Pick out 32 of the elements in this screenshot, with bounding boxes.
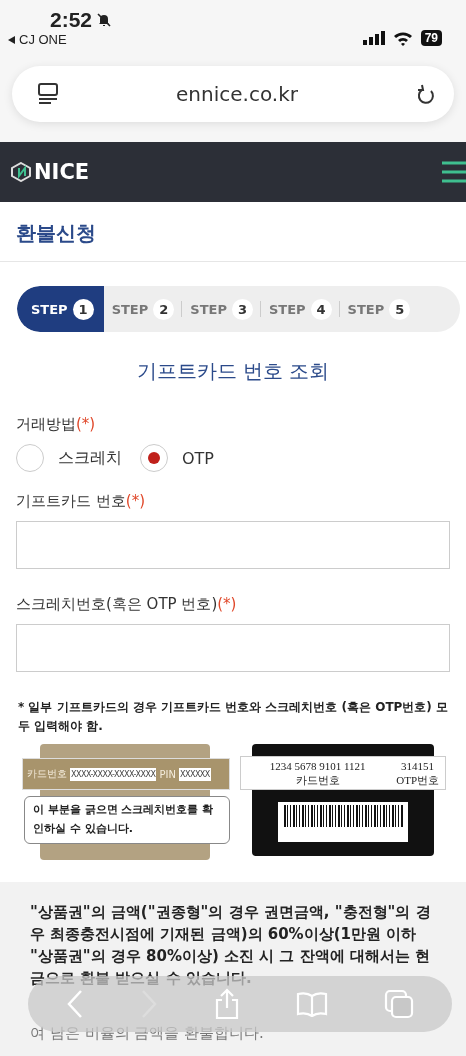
reload-icon[interactable] <box>416 83 436 105</box>
signal-icon <box>362 31 385 45</box>
input-field[interactable] <box>16 624 450 672</box>
field-label: 거래방법(*) <box>16 415 97 434</box>
input-field[interactable] <box>16 521 450 569</box>
radio-option[interactable]: OTP <box>140 444 214 472</box>
notice-text: "상품권"의 금액("권종형"의 경우 권면금액, "충전형"의 경우 최종충전시점에 기재된 금액)의 60%이상(1만원 이하 "상품권"의 경우 80%이상) 소진 시 그 잔액에 대해서는 현금으로 환불 받으실 수 있습니다. <box>30 902 432 989</box>
radio-option[interactable]: 스크레치 <box>16 444 122 472</box>
logo-icon <box>10 162 32 182</box>
back-button[interactable] <box>66 989 84 1019</box>
wifi-icon <box>392 30 413 46</box>
bookmarks-icon[interactable] <box>296 991 328 1017</box>
field-label: 기프트카드 번호(*) <box>16 492 146 511</box>
note-text: * 일부 기프트카드의 경우 기프트카드 번호와 스크레치번호 (혹은 OTP번호) 모두 입력해야 함. <box>18 699 450 736</box>
page-menu-icon[interactable] <box>38 83 58 105</box>
notice-text: 여 남은 비율의 금액을 환불합니다. <box>30 1023 265 1045</box>
back-to-app-link[interactable]: CJ ONE <box>8 32 67 47</box>
callout-text: 이 부분을 긁으면 스크레치번호를 확인하실 수 있습니다. <box>24 796 230 844</box>
tabs-icon[interactable] <box>384 989 414 1019</box>
muted-bell-icon <box>96 12 113 28</box>
page-title: 환불신청 <box>0 202 466 262</box>
scratch-band: 카드번호 XXXX-XXXX-XXXX-XXXX PIN XXXXXX <box>22 758 230 791</box>
site-logo[interactable]: NICE <box>34 160 90 184</box>
menu-icon[interactable] <box>442 161 466 183</box>
section-title: 기프트카드 번호 조회 <box>135 358 331 385</box>
address-bar[interactable]: ennice.co.kr <box>12 66 454 122</box>
battery-level: 79 <box>420 30 442 46</box>
back-triangle-icon <box>8 35 16 44</box>
number-panel: 1234 5678 9101 1121 314151 카드번호 OTP번호 <box>240 756 446 791</box>
field-label: 스크레치번호(혹은 OTP 번호)(*) <box>16 595 238 614</box>
clock-time: 2:52 <box>50 8 93 32</box>
share-icon[interactable] <box>214 988 240 1020</box>
